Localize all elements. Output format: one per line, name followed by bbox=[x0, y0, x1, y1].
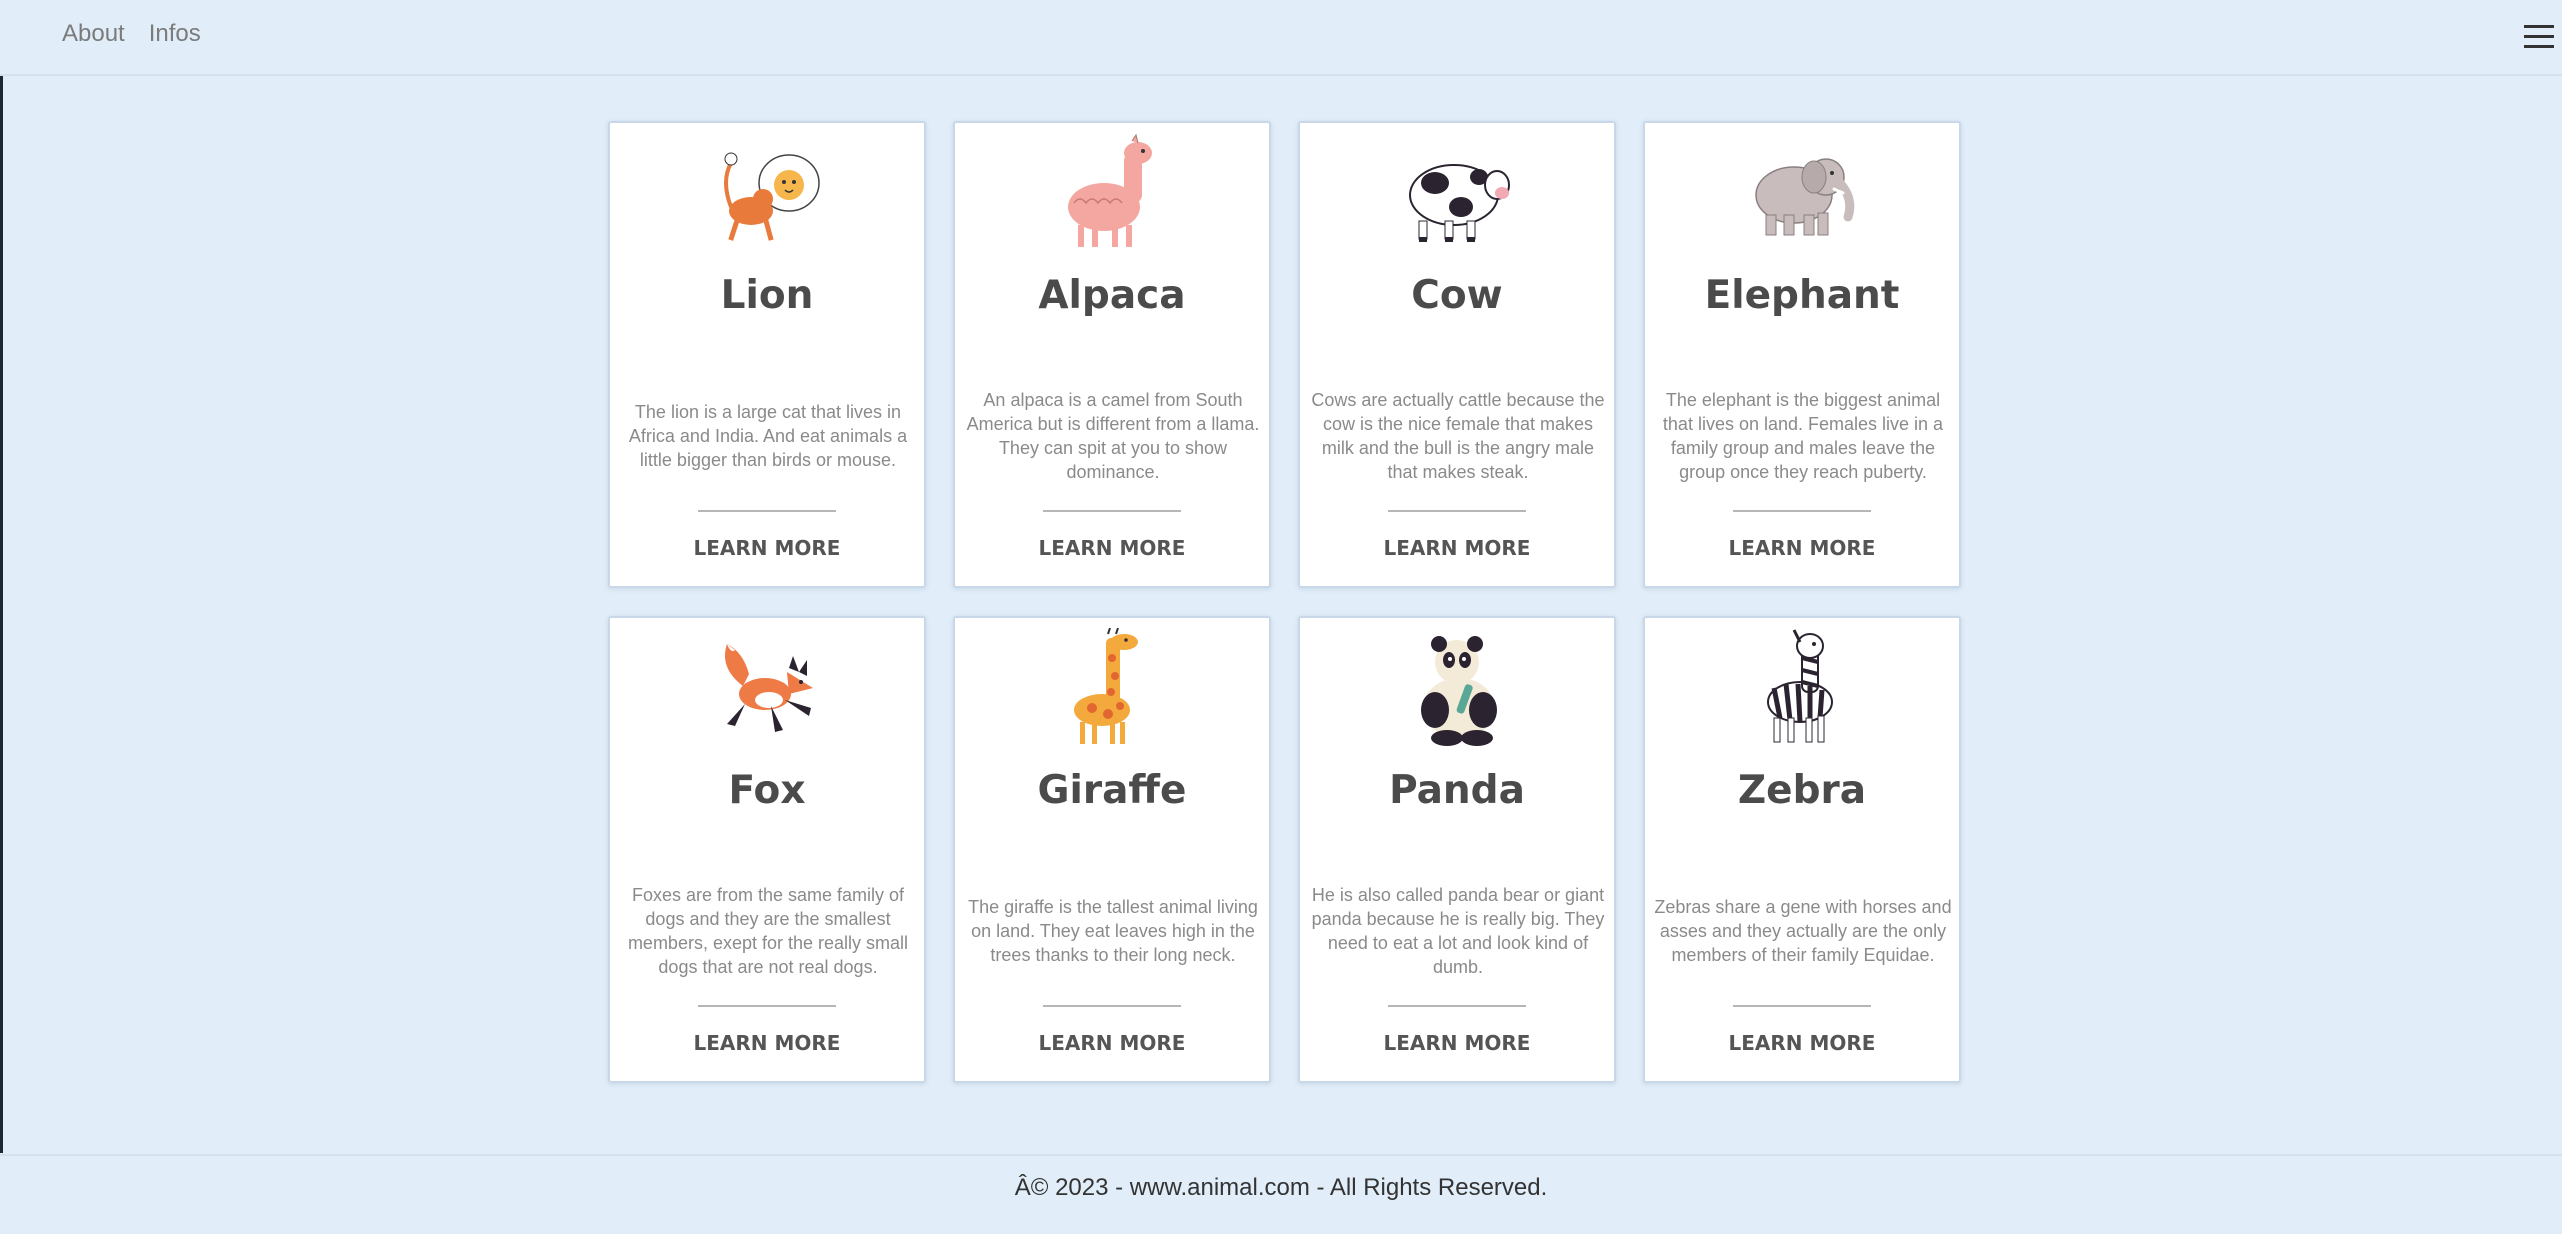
card-panda: Panda He is also called panda bear or gi… bbox=[1298, 616, 1616, 1083]
learn-more-button[interactable]: LEARN MORE bbox=[1645, 1031, 1959, 1055]
card-description-wrap: He is also called panda bear or giant pa… bbox=[1308, 853, 1608, 1008]
hamburger-bar bbox=[2524, 35, 2554, 38]
card-description: An alpaca is a camel from South America … bbox=[966, 389, 1260, 482]
footer-copyright: Â© 2023 - www.animal.com - All Rights Re… bbox=[1014, 1174, 1548, 1201]
card-description: The giraffe is the tallest animal living… bbox=[968, 896, 1258, 965]
learn-more-button[interactable]: LEARN MORE bbox=[1645, 536, 1959, 560]
card-description-wrap: Zebras share a gene with horses and asse… bbox=[1653, 853, 1953, 1008]
card-lion: Lion The lion is a large cat that lives … bbox=[608, 121, 926, 588]
card-divider bbox=[1043, 510, 1181, 512]
card-title: Lion bbox=[720, 273, 814, 318]
card-divider bbox=[698, 1005, 836, 1007]
card-elephant: Elephant The elephant is the biggest ani… bbox=[1643, 121, 1961, 588]
card-title: Cow bbox=[1411, 273, 1503, 318]
card-cow: Cow Cows are actually cattle because the… bbox=[1298, 121, 1616, 588]
card-description: The elephant is the biggest animal that … bbox=[1662, 389, 1944, 482]
learn-more-button[interactable]: LEARN MORE bbox=[1300, 1031, 1614, 1055]
card-title: Alpaca bbox=[1038, 273, 1186, 318]
elephant-icon bbox=[1755, 158, 1855, 236]
card-title: Fox bbox=[728, 768, 806, 813]
hamburger-menu-icon[interactable] bbox=[2524, 25, 2554, 49]
nav-links: About Infos bbox=[62, 20, 201, 48]
top-navbar: About Infos bbox=[0, 0, 2562, 76]
card-description: The lion is a large cat that lives in Af… bbox=[628, 401, 908, 470]
card-description: Cows are actually cattle because the cow… bbox=[1311, 389, 1605, 482]
learn-more-button[interactable]: LEARN MORE bbox=[610, 1031, 924, 1055]
card-divider bbox=[698, 510, 836, 512]
animal-card-grid: Lion The lion is a large cat that lives … bbox=[608, 121, 1961, 1083]
cow-icon bbox=[1409, 164, 1510, 242]
learn-more-button[interactable]: LEARN MORE bbox=[955, 536, 1269, 560]
fox-icon bbox=[725, 644, 813, 732]
alpaca-icon bbox=[1068, 133, 1152, 247]
card-description-wrap: The elephant is the biggest animal that … bbox=[1653, 358, 1953, 513]
card-divider bbox=[1388, 1005, 1526, 1007]
card-description: Zebras share a gene with horses and asse… bbox=[1654, 896, 1952, 965]
card-giraffe: Giraffe The giraffe is the tallest anima… bbox=[953, 616, 1271, 1083]
nav-link-about[interactable]: About bbox=[62, 20, 125, 48]
card-description-wrap: An alpaca is a camel from South America … bbox=[963, 358, 1263, 513]
panda-icon bbox=[1421, 636, 1497, 746]
learn-more-button[interactable]: LEARN MORE bbox=[955, 1031, 1269, 1055]
card-description: He is also called panda bear or giant pa… bbox=[1311, 884, 1605, 977]
card-description-wrap: The giraffe is the tallest animal living… bbox=[963, 853, 1263, 1008]
learn-more-button[interactable]: LEARN MORE bbox=[610, 536, 924, 560]
card-title: Panda bbox=[1389, 768, 1525, 813]
page-footer: Â© 2023 - www.animal.com - All Rights Re… bbox=[0, 1154, 2562, 1234]
card-description-wrap: Cows are actually cattle because the cow… bbox=[1308, 358, 1608, 513]
card-divider bbox=[1733, 510, 1871, 512]
card-title: Elephant bbox=[1704, 273, 1900, 318]
card-description: Foxes are from the same family of dogs a… bbox=[627, 884, 909, 977]
card-title: Zebra bbox=[1737, 768, 1867, 813]
card-divider bbox=[1388, 510, 1526, 512]
left-edge-line bbox=[0, 75, 3, 1153]
lion-icon bbox=[724, 152, 820, 241]
card-description-wrap: Foxes are from the same family of dogs a… bbox=[618, 853, 918, 1008]
giraffe-icon bbox=[1074, 628, 1138, 744]
hamburger-bar bbox=[2524, 45, 2554, 48]
card-zebra: Zebra Zebras share a gene with horses an… bbox=[1643, 616, 1961, 1083]
card-divider bbox=[1043, 1005, 1181, 1007]
zebra-icon bbox=[1767, 629, 1833, 743]
nav-link-infos[interactable]: Infos bbox=[149, 20, 201, 48]
card-fox: Fox Foxes are from the same family of do… bbox=[608, 616, 926, 1083]
card-title: Giraffe bbox=[1037, 768, 1187, 813]
card-divider bbox=[1733, 1005, 1871, 1007]
hamburger-bar bbox=[2524, 25, 2554, 28]
learn-more-button[interactable]: LEARN MORE bbox=[1300, 536, 1614, 560]
card-description-wrap: The lion is a large cat that lives in Af… bbox=[618, 358, 918, 513]
card-alpaca: Alpaca An alpaca is a camel from South A… bbox=[953, 121, 1271, 588]
